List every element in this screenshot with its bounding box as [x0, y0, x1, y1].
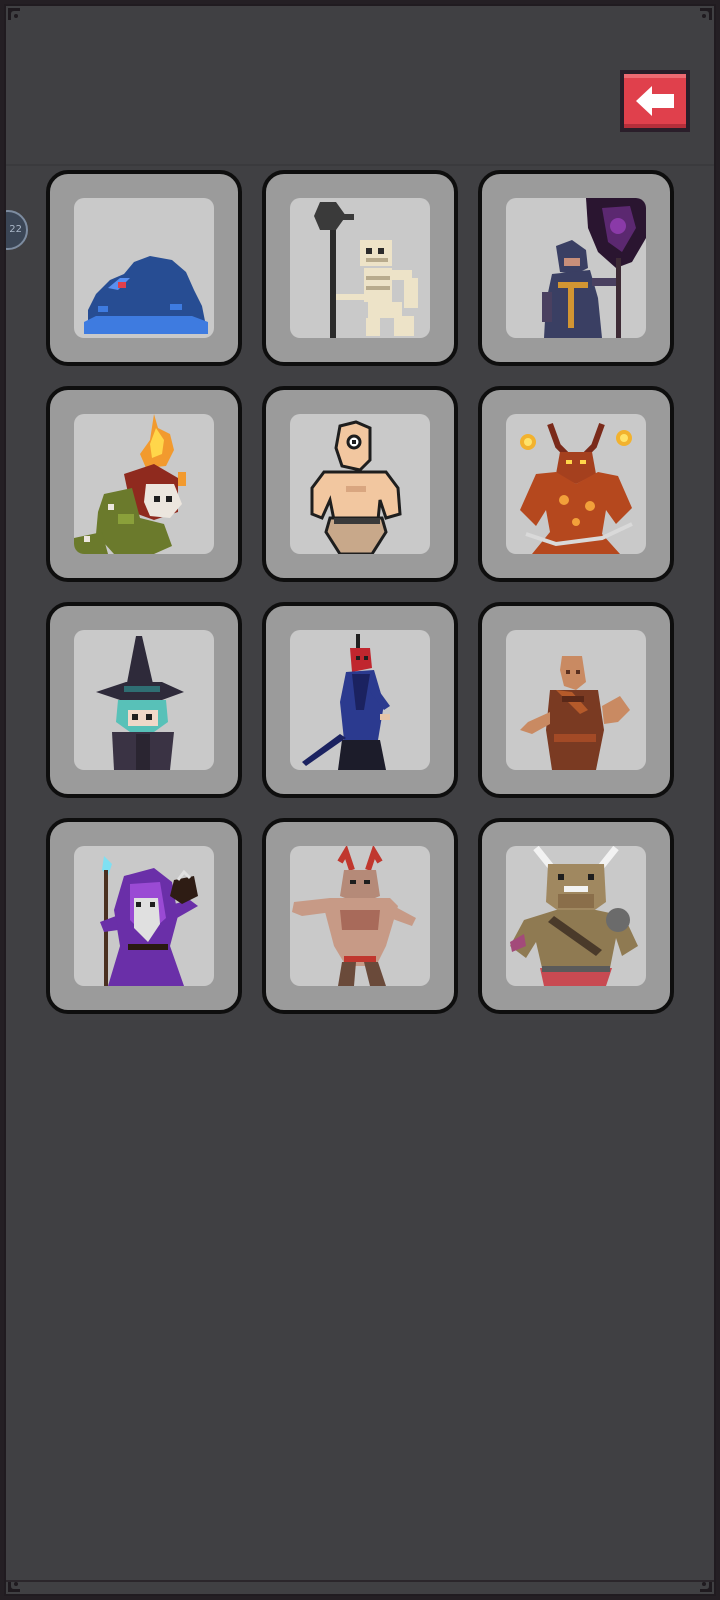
unit-card-skeleton-halberd[interactable]	[262, 170, 458, 366]
minotaur-icon	[510, 846, 638, 986]
side-tab-badge-count: 22	[9, 224, 22, 235]
unit-card-fire-serpent[interactable]	[46, 386, 242, 582]
side-tab-badge[interactable]: 22	[6, 210, 28, 250]
unit-card-minotaur[interactable]	[478, 818, 674, 1014]
witch-icon	[96, 636, 184, 770]
hooded-cultist-icon	[542, 198, 646, 338]
back-button[interactable]	[620, 70, 690, 132]
unit-card-monk[interactable]	[478, 602, 674, 798]
unit-card-witch[interactable]	[46, 602, 242, 798]
unit-card-oni-samurai[interactable]	[262, 602, 458, 798]
bottom-divider	[6, 1580, 714, 1582]
header-divider	[6, 164, 714, 166]
corner-ornament-icon	[688, 6, 714, 32]
unit-grid	[46, 170, 674, 1014]
unit-card-horned-brute[interactable]	[262, 818, 458, 1014]
horned-brute-icon	[292, 846, 416, 986]
fire-demon-icon	[520, 422, 633, 554]
unit-card-blue-slime[interactable]	[46, 170, 242, 366]
corner-ornament-icon	[6, 6, 32, 32]
unit-card-fire-demon[interactable]	[478, 386, 674, 582]
cyclops-icon	[310, 420, 402, 554]
oni-samurai-icon	[302, 634, 390, 770]
unit-card-archmage[interactable]	[46, 818, 242, 1014]
flame-serpent-icon	[74, 414, 186, 554]
game-screen: 22	[4, 4, 716, 1596]
unit-card-cyclops[interactable]	[262, 386, 458, 582]
arrow-left-icon	[636, 86, 674, 116]
archmage-icon	[100, 856, 198, 986]
blue-slime-icon	[84, 256, 208, 334]
unit-card-dark-cultist[interactable]	[478, 170, 674, 366]
monk-icon	[520, 656, 630, 770]
skeleton-warrior-icon	[314, 202, 418, 338]
